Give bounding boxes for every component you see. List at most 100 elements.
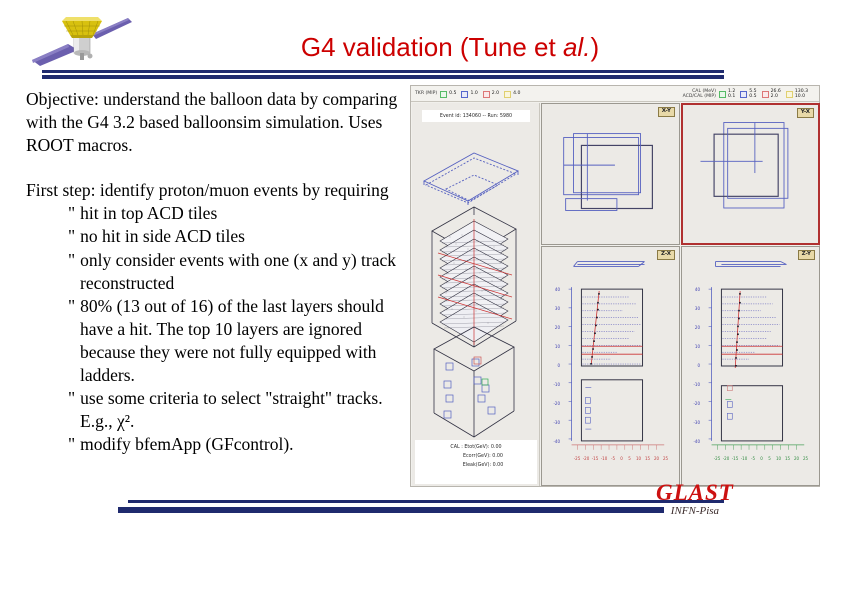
zy-projection-drawing xyxy=(708,261,805,450)
x-tick-label: 5 xyxy=(628,456,631,461)
bullet-marker-icon: " xyxy=(68,434,76,455)
z-tick-label: -10 xyxy=(553,382,560,387)
legend-entry: 26.6 2.0 xyxy=(761,89,781,100)
cal-legend-group: CAL (MeV) ACD/CAL (MIP) 1.2 0.1 5.5 0.5 26.… xyxy=(683,86,813,102)
requirement-bullet-list: " hit in top ACD tiles " no hit in side AC… xyxy=(26,202,408,456)
z-tick-label: -10 xyxy=(693,382,700,387)
z-tick-label: -40 xyxy=(553,439,560,444)
event-display-window[interactable]: TKR (MIP) 0.5 1.0 2.0 4.0 CAL (MeV) ACD/… xyxy=(410,85,820,487)
z-tick-label: 40 xyxy=(694,287,700,292)
legend-value-bottom: 0.5 xyxy=(749,94,757,99)
bullet-marker-icon: " xyxy=(68,295,76,316)
yx-projection-drawing xyxy=(700,122,789,209)
header-rule-thin xyxy=(42,70,724,73)
x-tick-label: 25 xyxy=(662,456,669,461)
x-tick-label: 15 xyxy=(644,456,651,461)
legend-swatch-green xyxy=(718,90,726,98)
x-tick-label: -10 xyxy=(600,456,608,461)
legend-value-top: 26.6 xyxy=(770,88,781,94)
legend-value: 2.0 xyxy=(491,91,500,97)
cal-eleak-line: Eleak(GeV): 0.00 xyxy=(462,462,504,468)
list-item-label: 80% (13 out of 16) of the last layers sh… xyxy=(80,295,384,386)
z-tick-label: 30 xyxy=(554,306,560,311)
legend-entry: 1.2 0.1 xyxy=(718,89,735,100)
z-tick-label: 0 xyxy=(557,363,560,368)
z-tick-label: 10 xyxy=(554,344,560,349)
legend-value: 0.5 xyxy=(449,91,457,97)
legend-value-top: 5.5 xyxy=(749,88,757,94)
z-tick-label: 20 xyxy=(554,325,560,330)
view-pane-xy[interactable]: X-Y xyxy=(541,103,680,245)
legend-entry: 4.0 xyxy=(504,90,520,98)
y-tick-label: 10 xyxy=(775,456,782,461)
legend-swatch-yellow xyxy=(785,90,793,98)
cal-etot-line: CAL : Etot(GeV): 0.00 xyxy=(450,445,502,450)
list-item-label: use some criteria to select "straight" t… xyxy=(80,388,383,432)
zx-projection-drawing xyxy=(568,261,665,450)
view-pane-zy[interactable]: Z-Y 40 30 20 10 0 -10 -20 -30 -40 -25 -2… xyxy=(681,246,820,486)
y-tick-label: 15 xyxy=(784,456,791,461)
list-item: " hit in top ACD tiles xyxy=(54,202,408,225)
legend-value: 5.5 0.5 xyxy=(749,89,756,100)
footer-rule-thin xyxy=(128,500,724,503)
page-title: G4 validation (Tune et al.) xyxy=(150,32,750,63)
z-tick-label: 0 xyxy=(697,363,700,368)
list-item: " only consider events with one (x and y)… xyxy=(54,249,408,295)
view-pane-zx[interactable]: Z-X 40 30 20 10 0 -10 -20 -30 -40 -25 -2… xyxy=(541,246,680,486)
legend-value: 130.3 10.0 xyxy=(795,89,808,100)
y-tick-label: 0 xyxy=(760,456,763,461)
legend-swatch-yellow xyxy=(504,90,512,98)
legend-value: 1.2 0.1 xyxy=(728,89,735,100)
body-text-column: Objective: understand the balloon data b… xyxy=(26,88,408,456)
list-item: " no hit in side ACD tiles xyxy=(54,225,408,248)
detector-3d-pane[interactable]: Event id: 134060 -- Run: 5980 CAL: Etot… xyxy=(412,103,540,486)
bullet-marker-icon: " xyxy=(68,388,76,409)
legend-value-top: 130.3 xyxy=(794,88,808,94)
z-tick-label: 40 xyxy=(554,287,560,292)
cal-energy-readout: CAL : Etot(GeV): 0.00 Ecorr(GeV): 0.00 E… xyxy=(415,440,537,484)
cal-ecorr-line: Ecorr(GeV): 0.00 xyxy=(463,453,503,459)
glast-satellite-logo-icon xyxy=(32,17,132,66)
legend-entry: 130.3 10.0 xyxy=(785,89,808,100)
y-tick-label: 20 xyxy=(793,456,800,461)
view-pane-yx[interactable]: Y-X xyxy=(681,103,820,245)
bullet-marker-icon: " xyxy=(68,203,76,224)
x-tick-label: 20 xyxy=(653,456,660,461)
legend-swatch-green xyxy=(440,90,448,98)
event-id-readout: Event id: 134060 -- Run: 5980 xyxy=(422,110,530,122)
z-tick-label: -40 xyxy=(693,439,700,444)
bullet-marker-icon: " xyxy=(68,249,76,270)
legend-entry: 1.0 xyxy=(461,90,478,98)
z-tick-label: 10 xyxy=(694,344,700,349)
legend-entry: 2.0 xyxy=(482,90,500,98)
z-tick-label: -20 xyxy=(553,401,560,406)
page-title-suffix: ) xyxy=(590,32,600,62)
legend-value-bottom: 0.1 xyxy=(727,94,736,99)
footer-rule-thick xyxy=(118,507,664,513)
event-display-legend-bar: TKR (MIP) 0.5 1.0 2.0 4.0 CAL (MeV) ACD/… xyxy=(411,86,819,102)
y-tick-label: -5 xyxy=(751,456,755,461)
tkr-legend-label: TKR (MIP) xyxy=(415,91,438,97)
first-step-paragraph: First step: identify proton/muon events … xyxy=(26,180,389,201)
z-tick-label: -30 xyxy=(553,420,560,425)
detector-3d-drawing xyxy=(423,152,520,438)
glast-logo-sub: INFN-Pisa xyxy=(670,505,720,517)
page-title-prefix: G4 validation (Tune et xyxy=(300,32,563,62)
bullet-marker-icon: " xyxy=(68,226,76,247)
legend-value: 26.6 2.0 xyxy=(771,89,781,100)
list-item-label: only consider events with one (x and y) … xyxy=(80,249,397,293)
legend-swatch-blue xyxy=(461,90,469,98)
x-tick-label: -5 xyxy=(611,456,615,461)
legend-entry: 5.5 0.5 xyxy=(740,89,757,100)
header-rule-thick xyxy=(42,75,724,79)
z-tick-label: 20 xyxy=(694,325,700,330)
list-item-label: no hit in side ACD tiles xyxy=(80,226,245,247)
legend-entry: 0.5 xyxy=(440,90,457,98)
x-tick-label: 0 xyxy=(620,456,623,461)
list-item: " 80% (13 out of 16) of the last layers s… xyxy=(54,295,408,387)
cal-legend-line2: ACD/CAL (MIP) xyxy=(682,94,716,99)
z-tick-label: -30 xyxy=(693,420,700,425)
y-tick-label: 5 xyxy=(768,456,771,461)
z-tick-label: 30 xyxy=(694,306,700,311)
